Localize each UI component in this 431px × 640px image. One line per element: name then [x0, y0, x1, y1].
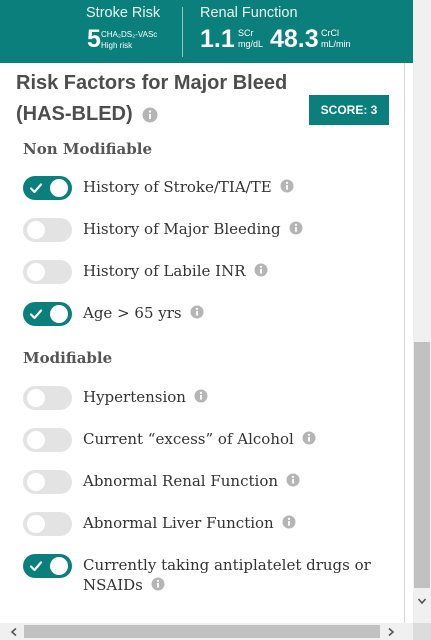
toggle-knob [50, 305, 68, 323]
info-icon[interactable] [151, 577, 165, 591]
scr-value: 1.1 [200, 25, 235, 53]
info-icon[interactable] [190, 305, 204, 319]
risk-factor-label: History of Major Bleeding [83, 219, 383, 239]
risk-factor-text: Hypertension [83, 388, 186, 406]
info-icon[interactable] [142, 107, 158, 123]
score-badge: SCORE: 3 [309, 95, 389, 125]
toggle-knob [27, 515, 45, 533]
group-title-non-modifiable: Non Modifiable [23, 140, 152, 158]
stroke-risk-panel: Stroke Risk 5 CHA₂DS₂-VASc High risk [0, 0, 182, 63]
toggle-switch[interactable] [23, 512, 72, 536]
toggle-knob [27, 473, 45, 491]
has-bled-card: Risk Factors for Major Bleed (HAS-BLED) … [2, 63, 405, 623]
crcl-value: 48.3 [270, 25, 319, 53]
toggle-switch[interactable] [23, 386, 72, 410]
stroke-score-name: CHA₂DS₂-VASc [101, 30, 158, 39]
stroke-risk-details: CHA₂DS₂-VASc High risk [101, 29, 157, 51]
scr-unit: mg/dL [238, 39, 264, 49]
vertical-scroll-thumb[interactable] [414, 342, 430, 588]
check-icon [29, 561, 43, 572]
scroll-left-arrow-icon[interactable] [9, 627, 19, 637]
horizontal-scroll-thumb[interactable] [24, 625, 380, 638]
header-bar: Stroke Risk 5 CHA₂DS₂-VASc High risk Ren… [0, 0, 413, 63]
risk-factor-label: Hypertension [83, 387, 383, 407]
crcl-unit-block: CrCl mL/min [321, 28, 351, 50]
risk-factor-text: Abnormal Renal Function [83, 472, 279, 490]
info-icon[interactable] [280, 179, 294, 193]
check-icon [29, 183, 43, 194]
toggle-knob [27, 263, 45, 281]
toggle-knob [27, 221, 45, 239]
section-title: Risk Factors for Major Bleed (HAS-BLED) [16, 68, 316, 130]
scrollbar-corner [413, 623, 431, 640]
toggle-switch[interactable] [23, 302, 72, 326]
risk-factor-label: Age > 65 yrs [83, 303, 383, 323]
scr-unit-block: SCr mg/dL [238, 28, 263, 50]
risk-factor-text: Currently taking antiplatelet drugs or N… [83, 556, 371, 594]
toggle-knob [50, 179, 68, 197]
toggle-switch[interactable] [23, 176, 72, 200]
info-icon[interactable] [286, 473, 300, 487]
info-icon[interactable] [289, 221, 303, 235]
toggle-knob [50, 557, 68, 575]
renal-function-panel: Renal Function 1.1 SCr mg/dL 48.3 CrCl m… [183, 0, 413, 63]
risk-factor-text: Current “excess” of Alcohol [83, 430, 294, 448]
toggle-knob [27, 431, 45, 449]
risk-factor-label: Abnormal Renal Function [83, 471, 383, 491]
toggle-switch[interactable] [23, 470, 72, 494]
stroke-risk-title: Stroke Risk [86, 5, 161, 21]
risk-factor-text: Age > 65 yrs [83, 304, 182, 322]
toggle-switch[interactable] [23, 428, 72, 452]
check-icon [29, 309, 43, 320]
toggle-switch[interactable] [23, 554, 72, 578]
risk-factor-text: History of Stroke/TIA/TE [83, 178, 272, 196]
toggle-knob [27, 389, 45, 407]
risk-factor-label: Abnormal Liver Function [83, 513, 383, 533]
toggle-switch[interactable] [23, 218, 72, 242]
info-icon[interactable] [302, 431, 316, 445]
scr-label: SCr [238, 28, 254, 38]
toggle-switch[interactable] [23, 260, 72, 284]
group-title-modifiable: Modifiable [23, 349, 113, 367]
crcl-label: CrCl [321, 28, 339, 38]
info-icon[interactable] [194, 389, 208, 403]
stroke-risk-value: 5 [87, 25, 101, 53]
info-icon[interactable] [254, 263, 268, 277]
crcl-unit: mL/min [321, 39, 351, 49]
risk-factor-label: Currently taking antiplatelet drugs or N… [83, 555, 383, 595]
risk-factor-text: History of Major Bleeding [83, 220, 281, 238]
renal-function-title: Renal Function [200, 5, 298, 21]
risk-factor-label: Current “excess” of Alcohol [83, 429, 383, 449]
scroll-down-arrow-icon[interactable] [417, 596, 427, 606]
info-icon[interactable] [282, 515, 296, 529]
risk-factor-label: History of Stroke/TIA/TE [83, 177, 383, 197]
stroke-risk-label: High risk [101, 41, 133, 50]
risk-factor-label: History of Labile INR [83, 261, 383, 281]
risk-factor-text: History of Labile INR [83, 262, 246, 280]
scroll-right-arrow-icon[interactable] [386, 627, 396, 637]
risk-factor-text: Abnormal Liver Function [83, 514, 274, 532]
